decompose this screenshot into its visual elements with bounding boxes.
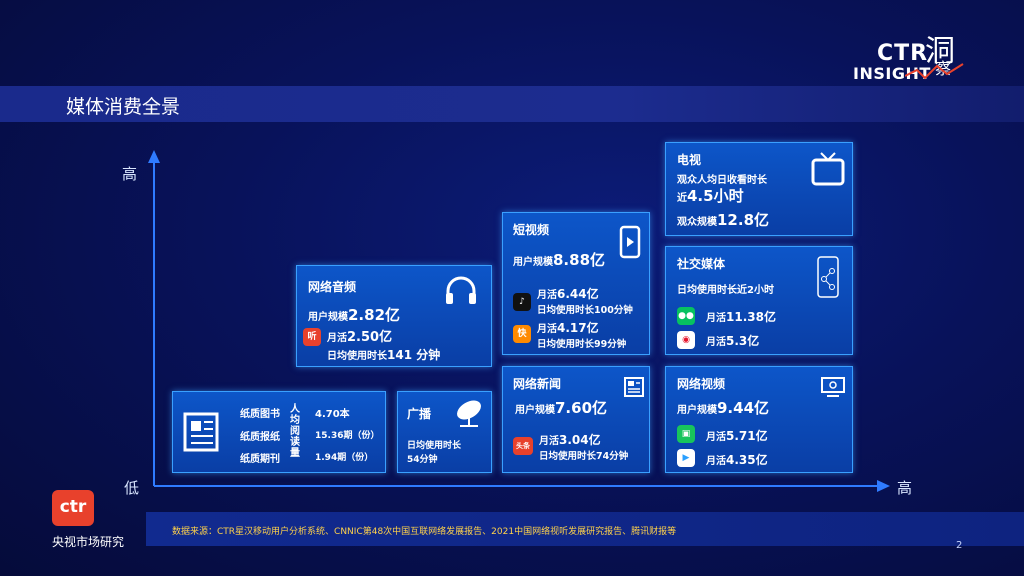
kuaishou-icon: 快	[513, 325, 531, 343]
audio-mau: 月活2.50亿	[327, 326, 392, 345]
news-time: 日均使用时长74分钟	[539, 451, 629, 462]
tv-line1: 观众人均日收看时长	[677, 175, 767, 186]
mau-value: 5.3亿	[726, 334, 760, 348]
mau-value: 5.71亿	[726, 429, 768, 443]
ctr-company-logo: ctr	[52, 490, 94, 526]
online-video-card: 网络视频 用户规模9.44亿 ▣ 月活5.71亿 ▶ 月活4.35亿	[665, 366, 853, 473]
print-row-label: 纸质期刊	[240, 454, 280, 465]
douyin-icon: ♪	[513, 293, 531, 311]
mau-value: 4.17亿	[557, 321, 599, 335]
news-scale-label: 用户规模	[515, 405, 555, 416]
print-media-card: 纸质图书 纸质报纸 纸质期刊 人均阅读量 4.70本 15.36期（份） 1.9…	[172, 391, 386, 473]
x-axis-low-label: 低	[124, 479, 140, 497]
company-name: 央视市场研究	[52, 535, 125, 549]
weibo-icon: ◉	[677, 331, 695, 349]
short-video-card: 短视频 用户规模8.88亿 ♪ 月活6.44亿 日均使用时长100分钟 快 月活…	[502, 212, 650, 355]
tv-card: 电视 观众人均日收看时长 近4.5小时 观众规模12.8亿	[665, 142, 853, 236]
social-media-card: 社交媒体 日均使用时长近2小时 ●● 月活11.38亿 ◉ 月活5.3亿	[665, 246, 853, 355]
radio-line1: 日均使用时长	[407, 441, 462, 451]
tv-icon	[811, 152, 845, 186]
short-video-app-time: 日均使用时长100分钟	[537, 305, 633, 316]
radio-line2: 54分钟	[407, 455, 438, 465]
social-app-mau: 月活11.38亿	[706, 308, 776, 325]
mau-value: 11.38亿	[726, 310, 776, 324]
short-video-app-time: 日均使用时长99分钟	[537, 339, 627, 350]
online-video-title: 网络视频	[677, 377, 726, 391]
phone-icon	[619, 225, 641, 259]
monitor-icon	[821, 377, 845, 397]
mau-label: 月活	[706, 456, 726, 467]
audio-title: 网络音频	[308, 280, 357, 294]
audio-mau-value: 2.50亿	[347, 330, 393, 345]
print-row-value: 4.70本	[315, 409, 350, 420]
online-video-scale-value: 9.44亿	[717, 399, 770, 417]
short-video-app-mau: 月活4.17亿	[537, 319, 599, 336]
social-line1: 日均使用时长近2小时	[677, 285, 774, 296]
tv-line2-value: 4.5小时	[687, 187, 744, 205]
audio-time-value: 141 分钟	[387, 348, 441, 362]
mau-value: 6.44亿	[557, 287, 599, 301]
online-news-card: 网络新闻 用户规模7.60亿 头条 月活3.04亿 日均使用时长74分钟	[502, 366, 650, 473]
news-scale: 用户规模7.60亿	[515, 397, 607, 418]
mau-label: 月活	[706, 432, 726, 443]
online-audio-card: 网络音频 用户规模2.82亿 听 月活2.50亿 日均使用时长141 分钟	[296, 265, 492, 367]
short-video-scale: 用户规模8.88亿	[513, 249, 605, 270]
tv-line2-prefix: 近	[677, 193, 687, 204]
online-video-app-mau: 月活4.35亿	[706, 451, 768, 468]
news-title: 网络新闻	[513, 377, 562, 391]
print-row-label: 纸质图书	[240, 409, 280, 420]
headphones-icon	[446, 276, 476, 304]
tv-scale-value: 12.8亿	[717, 211, 770, 229]
toutiao-icon: 头条	[513, 437, 533, 455]
mau-label: 月活	[706, 337, 726, 348]
audio-scale: 用户规模2.82亿	[308, 304, 400, 325]
news-mau: 月活3.04亿	[539, 431, 601, 448]
tv-line2: 近4.5小时	[677, 185, 744, 206]
social-title: 社交媒体	[677, 257, 726, 271]
tv-title: 电视	[677, 153, 702, 167]
mau-label: 月活	[706, 313, 726, 324]
news-scale-value: 7.60亿	[555, 399, 608, 417]
page-number: 2	[956, 540, 963, 551]
wechat-icon: ●●	[677, 307, 695, 325]
audio-time-label: 日均使用时长	[327, 351, 387, 362]
satellite-dish-icon	[457, 400, 481, 427]
audio-scale-label: 用户规模	[308, 312, 348, 323]
mau-label: 月活	[537, 290, 557, 301]
online-video-scale: 用户规模9.44亿	[677, 397, 769, 418]
print-row-label: 纸质报纸	[240, 432, 280, 443]
online-video-scale-label: 用户规模	[677, 405, 717, 416]
per-capita-reading-label: 人均阅读量	[290, 404, 300, 459]
social-app-mau: 月活5.3亿	[706, 332, 759, 349]
short-video-scale-label: 用户规模	[513, 257, 553, 268]
radio-card: 广播 日均使用时长 54分钟	[397, 391, 492, 473]
iqiyi-icon: ▣	[677, 425, 695, 443]
mau-label: 月活	[539, 436, 559, 447]
data-source-note: 数据来源：CTR星汉移动用户分析系统、CNNIC第48次中国互联网络发展报告、2…	[172, 527, 677, 537]
tv-scale: 观众规模12.8亿	[677, 209, 769, 230]
mau-label: 月活	[537, 324, 557, 335]
radio-title: 广播	[407, 407, 432, 421]
y-axis-high-label: 高	[122, 165, 138, 183]
phone-share-icon	[817, 256, 839, 298]
mau-value: 3.04亿	[559, 433, 601, 447]
short-video-scale-value: 8.88亿	[553, 251, 606, 269]
short-video-title: 短视频	[513, 223, 550, 237]
x-axis-high-label: 高	[897, 479, 913, 497]
news-icon	[624, 377, 644, 397]
audio-scale-value: 2.82亿	[348, 306, 401, 324]
audio-mau-label: 月活	[327, 333, 347, 344]
mau-value: 4.35亿	[726, 453, 768, 467]
short-video-app-mau: 月活6.44亿	[537, 285, 599, 302]
newspaper-icon	[183, 412, 219, 452]
audio-app-icon: 听	[303, 328, 321, 346]
online-video-app-mau: 月活5.71亿	[706, 427, 768, 444]
tencent-video-icon: ▶	[677, 449, 695, 467]
audio-time: 日均使用时长141 分钟	[327, 346, 440, 363]
print-row-value: 15.36期（份）	[315, 431, 380, 441]
tv-scale-label: 观众规模	[677, 217, 717, 228]
print-row-value: 1.94期（份）	[315, 453, 374, 463]
